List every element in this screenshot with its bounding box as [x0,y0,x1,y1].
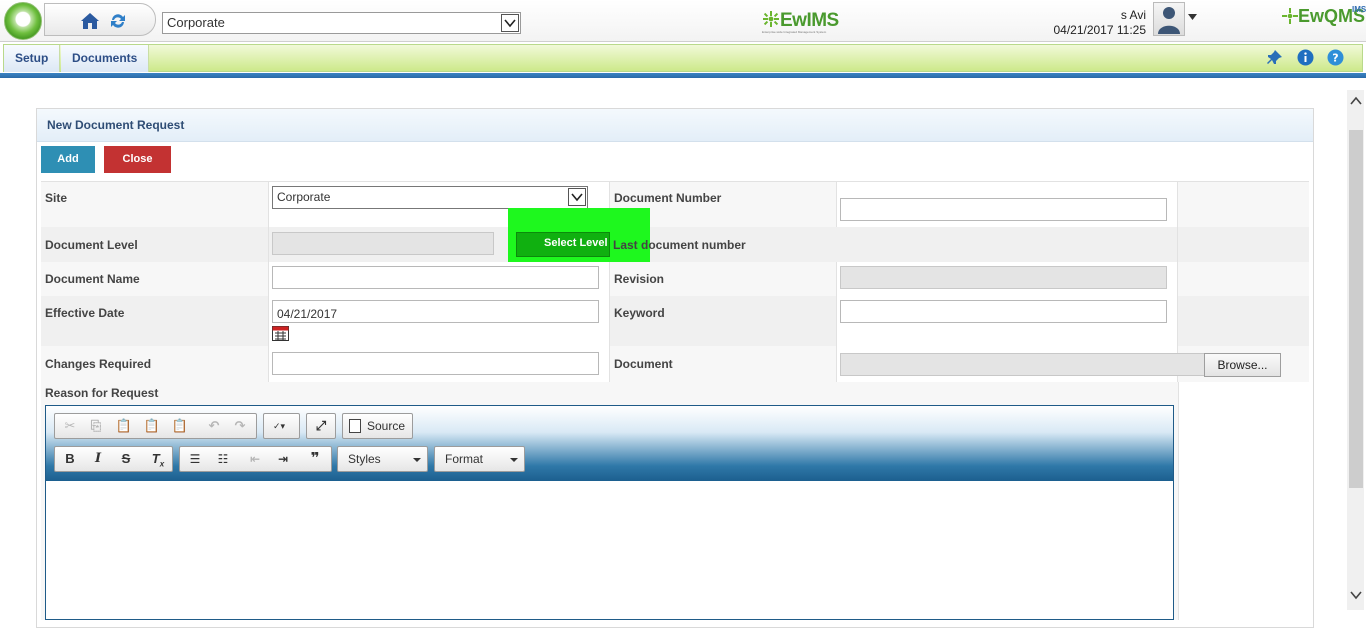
revision-label: Revision [614,272,665,286]
user-info: s Avi 04/21/2017 11:25 [1040,8,1146,38]
copy-icon[interactable]: ⎘ [85,417,107,435]
document-number-input[interactable] [840,198,1167,221]
numbered-list-icon[interactable]: ☰ [184,450,206,468]
strike-icon[interactable]: S [115,450,137,468]
site-select-top-value: Corporate [167,15,225,30]
document-name-input[interactable] [272,266,599,289]
editor-content-area[interactable] [46,481,1173,619]
home-icon[interactable] [79,10,101,32]
maximize-group: ⤢ [306,413,336,439]
reason-for-request-label: Reason for Request [45,386,159,400]
menu-documents-label: Documents [72,51,138,65]
editor-toolbar: ✂ ⎘ 📋 📋 📋 ↶ ↷ ✓▾ ⤢ Source B I S Tx ☰ ☷ ⇤… [46,406,1173,481]
bulleted-list-icon[interactable]: ☷ [212,450,234,468]
calendar-icon[interactable] [272,326,289,341]
add-button[interactable]: Add [41,146,95,173]
paste-word-icon[interactable]: 📋 [169,417,191,435]
changes-required-input[interactable] [272,352,599,375]
document-level-label: Document Level [45,238,138,252]
document-file-input [840,353,1205,376]
current-datetime: 04/21/2017 11:25 [1053,23,1146,37]
format-combo-label: Format [445,452,484,466]
styles-caret-icon [413,458,421,462]
italic-icon[interactable]: I [87,450,109,468]
document-name-label: Document Name [45,272,140,286]
paragraph-group: ☰ ☷ ⇤ ⇥ ❞ [179,446,332,472]
outdent-icon[interactable]: ⇤ [244,450,266,468]
styles-combo-label: Styles [348,452,381,466]
menu-setup[interactable]: Setup [4,45,61,72]
effective-date-input[interactable]: 04/21/2017 [272,300,599,323]
scroll-down-icon[interactable] [1350,590,1362,600]
last-document-number-label: Last document number [613,238,746,252]
format-caret-icon [510,458,518,462]
reason-editor: ✂ ⎘ 📋 📋 📋 ↶ ↷ ✓▾ ⤢ Source B I S Tx ☰ ☷ ⇤… [45,405,1174,620]
styles-combo[interactable]: Styles [337,446,428,472]
pin-icon[interactable] [1266,49,1283,66]
site-label: Site [45,191,68,205]
site-select[interactable]: Corporate [272,186,588,209]
clipboard-group: ✂ ⎘ 📋 📋 📋 ↶ ↷ [54,413,257,439]
refresh-icon[interactable] [107,10,129,32]
paste-icon[interactable]: 📋 [113,417,135,435]
remove-format-icon[interactable]: Tx [147,450,169,469]
menu-bar: Setup Documents [3,44,1363,72]
changes-required-label: Changes Required [45,357,152,371]
menu-bar-underline [0,73,1366,78]
user-menu-caret-icon[interactable] [1188,14,1197,20]
bold-icon[interactable]: B [59,450,81,468]
source-label: Source [367,419,406,433]
user-avatar-icon[interactable] [1153,2,1185,36]
user-name: s Avi [1120,8,1146,22]
site-chevron-down-icon[interactable] [568,188,586,206]
menu-setup-label: Setup [15,51,49,65]
source-group[interactable]: Source [342,413,413,439]
scrollbar-thumb[interactable] [1349,130,1363,488]
panel-title: New Document Request [37,109,1313,142]
indent-icon[interactable]: ⇥ [272,450,294,468]
svg-text:?: ? [1332,52,1338,65]
maximize-icon[interactable]: ⤢ [310,417,332,435]
document-number-label: Document Number [614,191,722,205]
revision-input [840,266,1167,289]
keyword-input[interactable] [840,300,1167,323]
menu-documents[interactable]: Documents [61,45,150,72]
ewims-tagline: Enterprise wide Integrated Management Sy… [762,30,827,34]
ewqms-logo-super: IMS [1352,5,1366,14]
format-combo[interactable]: Format [434,446,525,472]
paste-text-icon[interactable]: 📋 [141,417,163,435]
help-icon[interactable]: ? [1327,49,1344,66]
app-logo-icon[interactable] [4,2,42,40]
ewims-logo-text: EwIMS [780,10,839,31]
ewims-logo: EwIMS Enterprise wide Integrated Managem… [762,10,852,36]
site-select-value: Corporate [277,190,331,204]
site-select-top[interactable]: Corporate [162,12,521,34]
cut-icon[interactable]: ✂ [59,417,81,435]
select-level-label: Select Level [544,237,608,249]
keyword-label: Keyword [614,306,665,320]
source-icon [349,419,361,433]
redo-icon[interactable]: ↷ [229,417,251,435]
chevron-down-icon[interactable] [501,14,519,32]
nav-pill [44,3,156,36]
info-icon[interactable] [1297,49,1314,66]
scroll-up-icon[interactable] [1350,96,1362,106]
undo-icon[interactable]: ↶ [203,417,225,435]
document-label: Document [614,357,673,371]
effective-date-label: Effective Date [45,306,125,320]
basic-styles-group: B I S Tx [54,446,173,472]
close-button[interactable]: Close [104,146,171,173]
browse-button[interactable]: Browse... [1204,353,1281,377]
ewqms-logo: EwQMS IMS [1282,4,1366,34]
spellcheck-icon[interactable]: ✓▾ [268,417,290,435]
spellcheck-group: ✓▾ [263,413,300,439]
blockquote-icon[interactable]: ❞ [304,450,326,468]
document-level-input [272,232,494,255]
